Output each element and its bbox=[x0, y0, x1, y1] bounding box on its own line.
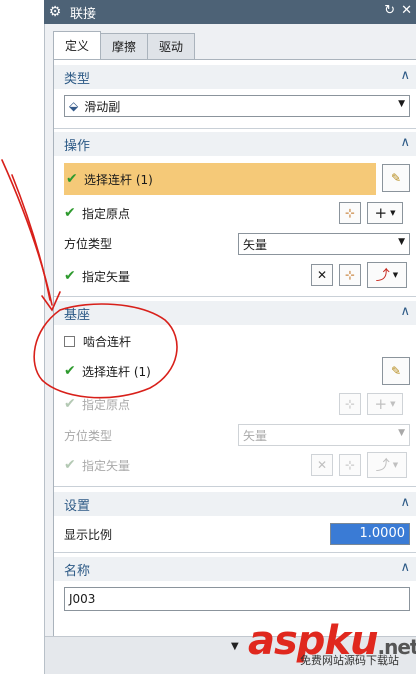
check-icon: ✔ bbox=[64, 457, 76, 473]
plus-icon: + bbox=[374, 204, 388, 222]
check-icon: ✔ bbox=[64, 268, 76, 284]
slider-joint-icon: ⬙ bbox=[69, 99, 79, 113]
name-input[interactable]: J003 bbox=[64, 587, 410, 611]
collapse-icon[interactable]: ∧ bbox=[400, 560, 410, 575]
vector-dialog-button[interactable]: ⊹ bbox=[339, 264, 361, 286]
base-orient-select: 矢量 ▼ bbox=[238, 424, 410, 446]
divider bbox=[54, 128, 416, 129]
action-orient-select[interactable]: 矢量 ▼ bbox=[238, 233, 410, 255]
dropdown-arrow-icon: ▼ bbox=[398, 428, 405, 438]
section-settings-title: 设置 bbox=[64, 498, 91, 514]
pencil-icon: ✎ bbox=[390, 364, 402, 378]
section-base-title: 基座 bbox=[64, 307, 91, 323]
base-orient-value: 矢量 bbox=[243, 428, 268, 443]
vector-dialog-icon: ⊹ bbox=[344, 458, 356, 472]
base-select-link-label: 选择连杆 (1) bbox=[82, 364, 151, 379]
check-icon: ✔ bbox=[66, 171, 78, 187]
base-origin-label: 指定原点 bbox=[82, 397, 131, 412]
close-icon[interactable]: ✕ bbox=[401, 3, 412, 18]
section-name-title: 名称 bbox=[64, 563, 91, 579]
joint-type-select[interactable]: ⬙ 滑动副 ▼ bbox=[64, 95, 410, 117]
base-snap-label: 啮合连杆 bbox=[83, 334, 132, 349]
dropdown-arrow-icon: ▼ bbox=[392, 271, 399, 279]
reverse-direction-icon: ✕ bbox=[316, 458, 328, 472]
section-action-header[interactable]: 操作 ∧ bbox=[54, 132, 416, 156]
pencil-icon: ✎ bbox=[390, 171, 402, 185]
watermark-subtitle: 免费网站源码下载站 bbox=[300, 654, 399, 667]
display-scale-label: 显示比例 bbox=[64, 527, 113, 542]
vector-dialog-icon: ⊹ bbox=[344, 268, 356, 282]
check-icon: ✔ bbox=[64, 205, 76, 221]
joint-type-value: 滑动副 bbox=[84, 99, 121, 114]
point-dialog-button[interactable]: ⊹ bbox=[339, 202, 361, 224]
section-type-header[interactable]: 类型 ∧ bbox=[54, 65, 416, 89]
divider bbox=[54, 552, 416, 553]
divider bbox=[54, 486, 416, 487]
collapse-icon[interactable]: ∧ bbox=[400, 135, 410, 150]
check-icon: ✔ bbox=[64, 396, 76, 412]
more-options-icon[interactable]: ▼ bbox=[231, 641, 239, 652]
section-action-title: 操作 bbox=[64, 138, 91, 154]
base-snap-row[interactable]: 啮合连杆 bbox=[64, 327, 412, 355]
dropdown-arrow-icon: ▼ bbox=[398, 237, 405, 247]
action-orient-value: 矢量 bbox=[243, 237, 268, 252]
base-select-link-pencil-button[interactable]: ✎ bbox=[382, 357, 410, 385]
tab-content: 类型 ∧ ⬙ 滑动副 ▼ 操作 ∧ ✔ 选择连杆 (1) ✎ ✔ 指定原点 ⊹ bbox=[53, 59, 416, 639]
dropdown-arrow-icon: ▼ bbox=[398, 99, 405, 109]
base-point-type-dropdown: + ▼ bbox=[367, 393, 403, 415]
select-link-pencil-button[interactable]: ✎ bbox=[382, 164, 410, 192]
base-vector-dialog-button: ⊹ bbox=[339, 454, 361, 476]
reset-icon[interactable]: ↻ bbox=[384, 3, 395, 18]
tab-definition[interactable]: 定义 bbox=[53, 31, 102, 59]
dropdown-arrow-icon: ▼ bbox=[392, 461, 399, 469]
reverse-direction-button[interactable]: ✕ bbox=[311, 264, 333, 286]
tab-friction[interactable]: 摩擦 bbox=[100, 33, 149, 59]
snap-link-checkbox[interactable] bbox=[64, 335, 75, 347]
tab-drive[interactable]: 驱动 bbox=[147, 33, 196, 59]
point-dialog-icon: ⊹ bbox=[344, 206, 356, 220]
dialog-panel: 定义 摩擦 驱动 类型 ∧ ⬙ 滑动副 ▼ 操作 ∧ ✔ 选择连杆 (1) ✎ … bbox=[44, 24, 416, 674]
reverse-direction-icon: ✕ bbox=[316, 268, 328, 282]
section-base-header[interactable]: 基座 ∧ bbox=[54, 301, 416, 325]
base-orient-label: 方位类型 bbox=[64, 428, 113, 443]
vector-axes-icon: ⤴ bbox=[375, 268, 390, 284]
action-origin-label: 指定原点 bbox=[82, 206, 131, 221]
dropdown-arrow-icon: ▼ bbox=[390, 209, 396, 217]
action-vector-label: 指定矢量 bbox=[82, 269, 131, 284]
action-select-link-row[interactable]: ✔ 选择连杆 (1) bbox=[64, 163, 376, 195]
base-point-dialog-button: ⊹ bbox=[339, 393, 361, 415]
divider bbox=[54, 296, 416, 297]
dialog-title: 联接 bbox=[70, 6, 97, 22]
base-reverse-direction-button: ✕ bbox=[311, 454, 333, 476]
plus-icon: + bbox=[374, 395, 388, 413]
collapse-icon[interactable]: ∧ bbox=[400, 495, 410, 510]
tab-bar: 定义 摩擦 驱动 bbox=[53, 31, 196, 59]
dialog-titlebar: ⚙ 联接 ↻ ✕ bbox=[44, 0, 416, 24]
check-icon: ✔ bbox=[64, 363, 76, 379]
dropdown-arrow-icon: ▼ bbox=[390, 400, 396, 408]
section-name-header[interactable]: 名称 ∧ bbox=[54, 557, 416, 581]
vector-axes-icon: ⤴ bbox=[375, 458, 390, 474]
collapse-icon[interactable]: ∧ bbox=[400, 68, 410, 83]
action-orient-label: 方位类型 bbox=[64, 236, 113, 251]
display-scale-input[interactable]: 1.0000 bbox=[330, 523, 410, 545]
action-select-link-label: 选择连杆 (1) bbox=[84, 172, 153, 187]
section-settings-header[interactable]: 设置 ∧ bbox=[54, 492, 416, 516]
point-dialog-icon: ⊹ bbox=[344, 397, 356, 411]
section-type-title: 类型 bbox=[64, 71, 91, 87]
base-vector-type-dropdown: ⤴ ▼ bbox=[367, 452, 407, 478]
base-select-link-row[interactable]: ✔ 选择连杆 (1) bbox=[64, 356, 412, 386]
base-vector-label: 指定矢量 bbox=[82, 458, 131, 473]
vector-type-dropdown[interactable]: ⤴ ▼ bbox=[367, 262, 407, 288]
gear-icon[interactable]: ⚙ bbox=[44, 4, 66, 20]
collapse-icon[interactable]: ∧ bbox=[400, 304, 410, 319]
point-type-dropdown[interactable]: + ▼ bbox=[367, 202, 403, 224]
